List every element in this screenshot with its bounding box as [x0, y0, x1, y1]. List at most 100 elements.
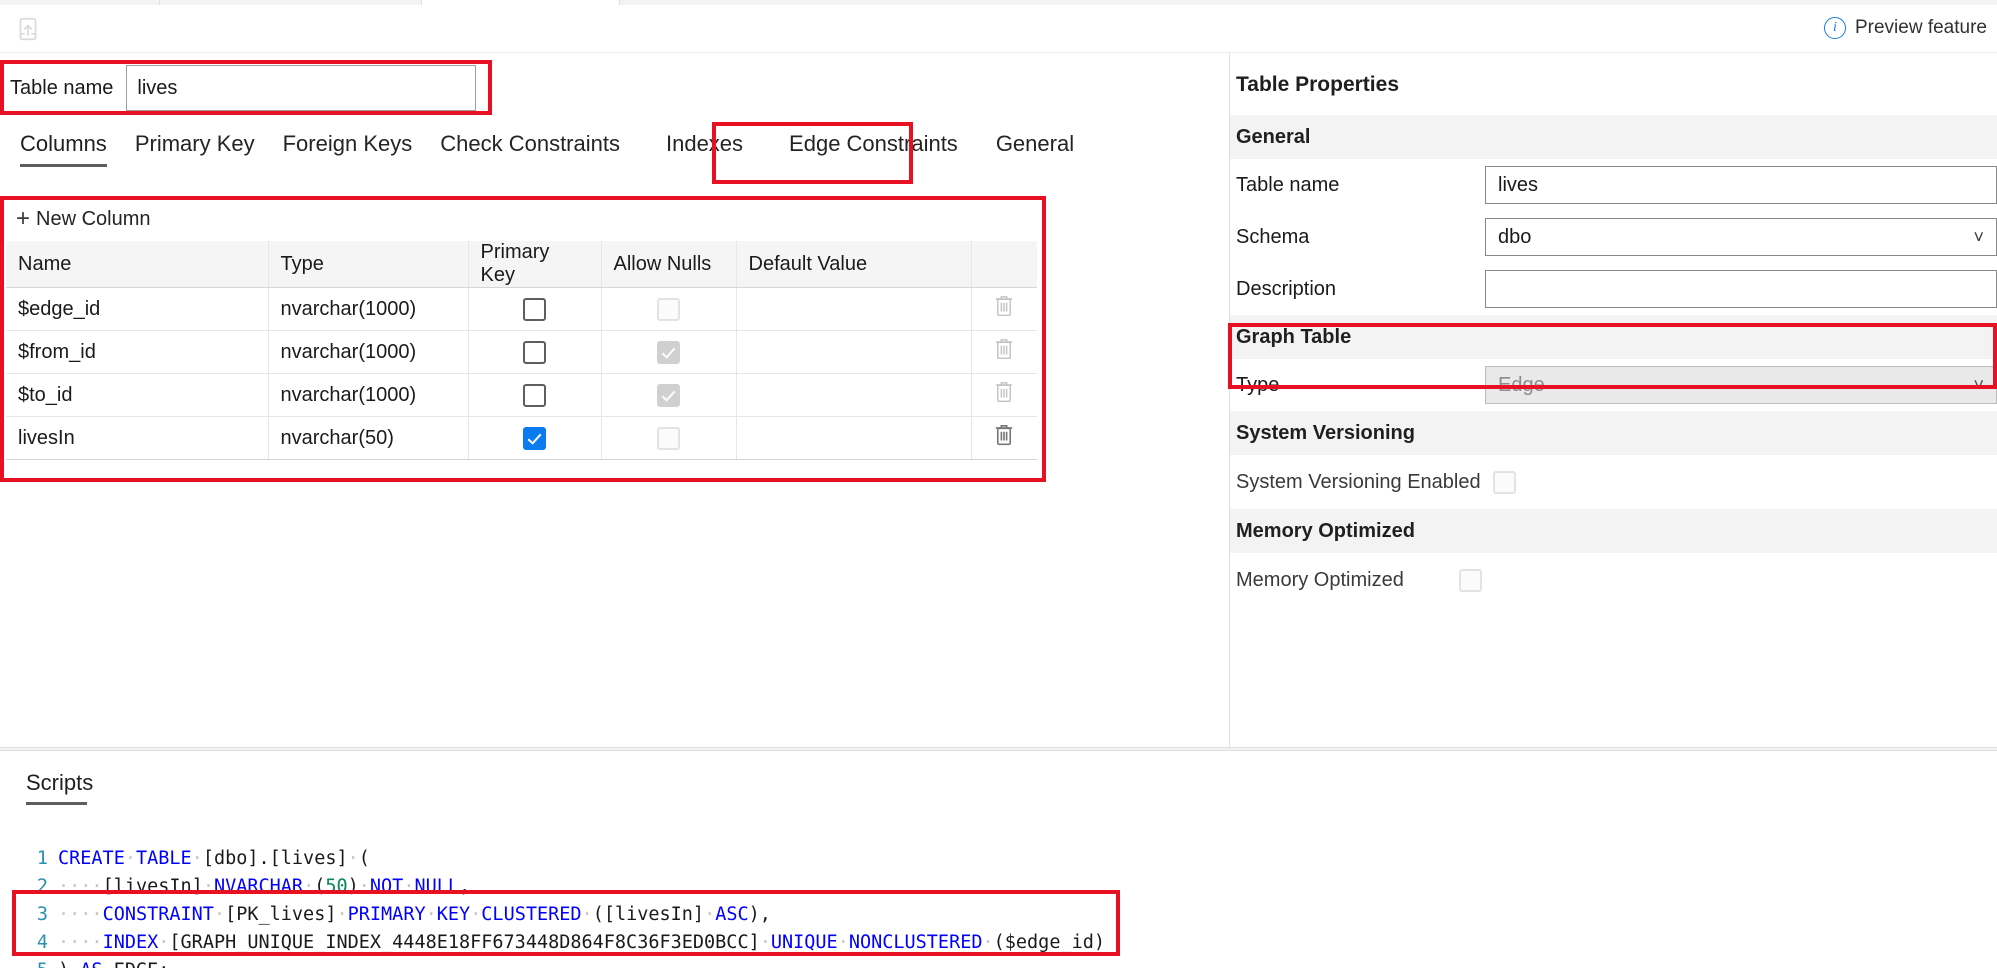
table-name-property-field[interactable]: lives: [1485, 166, 1997, 204]
primary-key-checkbox[interactable]: [523, 340, 546, 364]
command-bar: i Preview feature: [0, 5, 1997, 53]
table-row[interactable]: livesIn nvarchar(50): [6, 416, 1037, 460]
primary-key-checkbox[interactable]: [523, 297, 546, 321]
tab-primary-key[interactable]: Primary Key: [121, 131, 269, 167]
schema-dropdown[interactable]: dbo ˅: [1485, 218, 1997, 256]
section-header-system-versioning: System Versioning: [1230, 411, 1997, 455]
section-header-memory-optimized: Memory Optimized: [1230, 509, 1997, 553]
table-row[interactable]: $edge_id nvarchar(1000): [6, 287, 1037, 331]
description-property-label: Description: [1236, 277, 1337, 300]
line-number: 2: [36, 876, 48, 897]
cell-primary-key[interactable]: [468, 416, 602, 460]
line-number: 3: [36, 904, 48, 925]
cell-column-type[interactable]: nvarchar(1000): [268, 330, 469, 374]
table-designer-page: i Preview feature Table name Columns Pri…: [0, 0, 1997, 968]
schema-value: dbo: [1498, 225, 1532, 248]
cell-primary-key[interactable]: [468, 373, 602, 417]
trash-icon[interactable]: [993, 423, 1015, 447]
info-icon: i: [1823, 17, 1846, 39]
new-column-label: New Column: [36, 207, 151, 230]
allow-nulls-checkbox: [657, 340, 680, 364]
cell-primary-key[interactable]: [468, 330, 602, 374]
cell-column-name[interactable]: $edge_id: [6, 287, 269, 331]
tab-general[interactable]: General: [982, 131, 1088, 167]
cell-delete[interactable]: [971, 330, 1037, 374]
col-header-primary-key[interactable]: Primary Key: [468, 241, 602, 288]
cell-column-name[interactable]: $to_id: [6, 373, 269, 417]
description-input[interactable]: [1485, 270, 1997, 308]
table-name-bar: Table name: [4, 65, 477, 111]
cell-primary-key[interactable]: [468, 287, 602, 331]
columns-table-header-row: Name Type Primary Key Allow Nulls Defaul…: [6, 241, 1037, 288]
sql-script-code[interactable]: 1 CREATE·TABLE·[dbo].[lives]·( 2 ····[live…: [26, 817, 1105, 968]
plus-icon: +: [16, 205, 31, 232]
property-row-description: Description: [1230, 263, 1997, 315]
cell-allow-nulls: [601, 330, 737, 374]
primary-key-checkbox[interactable]: [523, 383, 546, 407]
cell-default-value[interactable]: [736, 373, 972, 417]
chevron-down-icon: ˅: [1973, 375, 1984, 395]
cell-column-type[interactable]: nvarchar(50): [268, 416, 469, 460]
graph-type-dropdown: Edge ˅: [1485, 366, 1997, 404]
col-header-actions: [971, 241, 1037, 288]
table-row[interactable]: $from_id nvarchar(1000): [6, 330, 1037, 374]
tab-label: Edge Constraints: [789, 131, 958, 156]
preview-feature-label: Preview feature: [1854, 17, 1987, 38]
table-row[interactable]: $to_id nvarchar(1000): [6, 373, 1037, 417]
tab-check-constraints[interactable]: Check Constraints: [426, 131, 634, 167]
publish-changes-icon[interactable]: [14, 15, 42, 43]
col-header-name[interactable]: Name: [6, 241, 269, 288]
new-column-button[interactable]: + New Column: [6, 197, 151, 241]
tab-label: General: [995, 131, 1075, 156]
col-header-type[interactable]: Type: [268, 241, 469, 288]
system-versioning-label: System Versioning Enabled: [1236, 470, 1481, 493]
scripts-title: Scripts: [26, 770, 94, 805]
memory-optimized-checkbox: [1458, 568, 1482, 592]
trash-icon[interactable]: [993, 294, 1015, 318]
line-number: 4: [36, 932, 48, 953]
cell-column-name[interactable]: $from_id: [6, 330, 269, 374]
cell-default-value[interactable]: [736, 416, 972, 460]
trash-icon[interactable]: [993, 337, 1015, 361]
property-row-graph-type: Type Edge ˅: [1230, 359, 1997, 411]
primary-key-checkbox[interactable]: [523, 426, 546, 450]
pane-splitter-horizontal[interactable]: [0, 747, 1997, 751]
schema-property-label: Schema: [1236, 225, 1310, 248]
cell-delete[interactable]: [971, 416, 1037, 460]
memory-optimized-row: Memory Optimized: [1230, 553, 1997, 607]
table-name-property-label: Table name: [1236, 173, 1340, 196]
cell-column-type[interactable]: nvarchar(1000): [268, 287, 469, 331]
preview-feature-badge[interactable]: i Preview feature: [1823, 17, 1987, 39]
cell-allow-nulls: [601, 416, 737, 460]
tab-indexes[interactable]: Indexes: [652, 131, 757, 167]
cell-delete[interactable]: [971, 287, 1037, 331]
cell-allow-nulls: [601, 373, 737, 417]
table-name-label: Table name: [10, 76, 114, 99]
graph-type-label: Type: [1236, 373, 1280, 396]
section-header-general: General: [1230, 115, 1997, 159]
page-title: Table Properties: [1236, 73, 1399, 96]
tab-label: Foreign Keys: [282, 131, 413, 156]
tab-foreign-keys[interactable]: Foreign Keys: [269, 131, 427, 167]
property-row-table-name: Table name lives: [1230, 159, 1997, 211]
designer-tabs: Columns Primary Key Foreign Keys Check C…: [6, 121, 1088, 167]
memory-optimized-label: Memory Optimized: [1236, 568, 1404, 591]
tab-label: Indexes: [665, 131, 744, 156]
col-header-default-value[interactable]: Default Value: [736, 241, 972, 288]
col-header-allow-nulls[interactable]: Allow Nulls: [601, 241, 737, 288]
section-header-graph-table: Graph Table: [1230, 315, 1997, 359]
allow-nulls-checkbox: [657, 383, 680, 407]
line-number: 1: [36, 848, 48, 869]
cell-default-value[interactable]: [736, 330, 972, 374]
cell-column-name[interactable]: livesIn: [6, 416, 269, 460]
tab-label: Columns: [20, 131, 107, 156]
table-name-input[interactable]: [126, 65, 477, 111]
tab-edge-constraints[interactable]: Edge Constraints: [775, 131, 972, 167]
cell-default-value[interactable]: [736, 287, 972, 331]
trash-icon[interactable]: [993, 380, 1015, 404]
system-versioning-checkbox: [1492, 470, 1516, 494]
cell-allow-nulls: [601, 287, 737, 331]
cell-delete[interactable]: [971, 373, 1037, 417]
cell-column-type[interactable]: nvarchar(1000): [268, 373, 469, 417]
tab-columns[interactable]: Columns: [6, 131, 121, 167]
